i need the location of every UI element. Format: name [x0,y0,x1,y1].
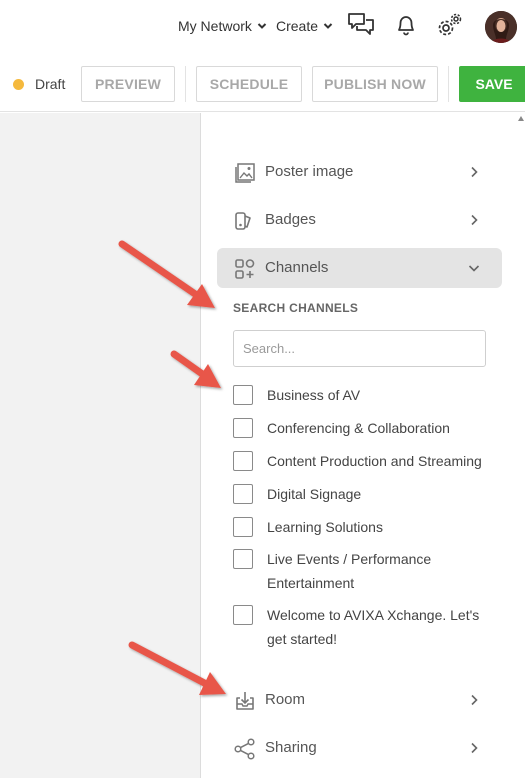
panel-item-label: Badges [265,211,316,228]
channel-option[interactable]: Learning Solutions [233,517,493,541]
panel-item-badges[interactable]: Badges [217,200,502,240]
scrollbar-up-arrow[interactable] [518,116,524,121]
share-icon [234,738,255,760]
editor-toolbar: Draft PREVIEW SCHEDULE PUBLISH NOW SAVE [0,54,525,112]
editor-canvas [0,113,201,778]
panel-item-label: Channels [265,259,329,276]
search-channels-heading: SEARCH CHANNELS [233,301,359,315]
channel-label: Content Production and Streaming [267,453,482,469]
channel-option[interactable]: Digital Signage [233,484,493,508]
status-indicator-dot [13,79,24,90]
checkbox[interactable] [233,517,253,537]
channel-label: Welcome to AVIXA Xchange. Let's get star… [267,607,480,647]
room-download-icon [236,692,254,710]
chevron-right-icon [471,742,478,754]
channel-option[interactable]: Business of AV [233,385,493,409]
badge-icon [235,212,251,230]
channel-option[interactable]: Live Events / Performance Entertainment [233,549,493,597]
user-avatar[interactable] [485,11,517,43]
chevron-right-icon [471,214,478,226]
bell-icon[interactable] [392,11,420,39]
panel-item-label: Room [265,691,306,708]
avatar-portrait-icon [485,11,517,43]
chevron-down-icon [323,23,333,29]
channel-label: Live Events / Performance Entertainment [267,551,432,591]
chevron-down-icon [257,23,267,29]
status-label: Draft [35,76,66,92]
panel-item-label: Poster image [265,163,354,180]
toolbar-divider [448,66,449,102]
schedule-button[interactable]: SCHEDULE [196,66,302,102]
save-button[interactable]: SAVE [459,66,525,102]
checkbox[interactable] [233,385,253,405]
checkbox[interactable] [233,451,253,471]
panel-item-label: Sharing [265,739,317,756]
my-network-label: My Network [178,18,252,34]
channel-label: Digital Signage [267,486,362,502]
channel-search-input[interactable] [233,330,486,367]
channels-grid-icon [235,259,255,279]
panel-item-sharing[interactable]: Sharing [217,728,502,768]
chevron-right-icon [471,694,478,706]
chevron-right-icon [471,166,478,178]
channel-label: Learning Solutions [267,519,383,535]
channel-label: Conferencing & Collaboration [267,420,450,436]
create-label: Create [276,18,319,34]
image-icon [235,163,255,183]
create-menu[interactable]: Create [276,18,333,34]
my-network-menu[interactable]: My Network [178,18,267,34]
chevron-down-icon [468,265,480,272]
toolbar-divider [185,66,186,102]
checkbox[interactable] [233,549,253,569]
panel-item-poster-image[interactable]: Poster image [217,152,502,192]
checkbox[interactable] [233,484,253,504]
settings-gear-icon[interactable] [436,11,464,39]
channel-label: Business of AV [267,387,361,403]
publish-now-button[interactable]: PUBLISH NOW [312,66,438,102]
checkbox[interactable] [233,418,253,438]
preview-button[interactable]: PREVIEW [81,66,175,102]
channel-option[interactable]: Welcome to AVIXA Xchange. Let's get star… [233,605,493,653]
panel-item-room[interactable]: Room [217,680,502,720]
top-navigation: My Network Create [0,0,525,54]
channel-option[interactable]: Conferencing & Collaboration [233,418,493,442]
chat-icon[interactable] [347,11,375,39]
panel-item-channels[interactable]: Channels [217,248,502,288]
channel-option[interactable]: Content Production and Streaming [233,451,493,475]
checkbox[interactable] [233,605,253,625]
